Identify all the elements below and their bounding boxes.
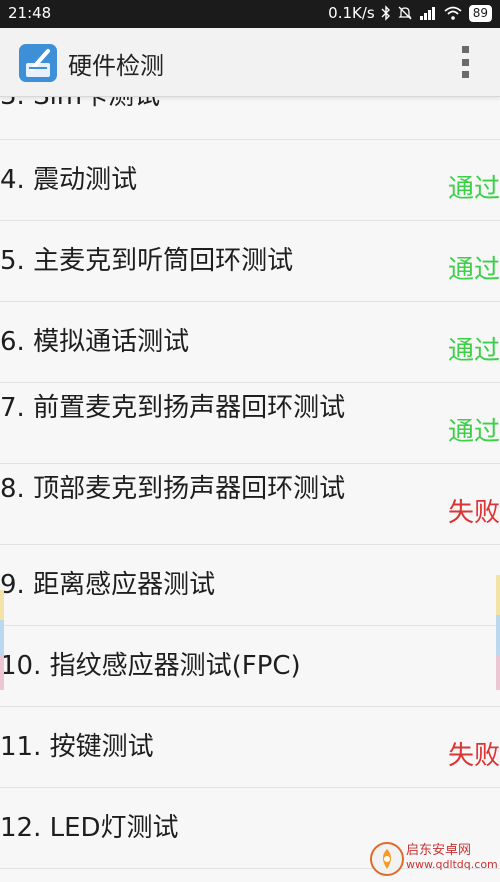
watermark: 启东安卓网 www.qdltdq.com [406,844,498,872]
list-item[interactable]: 5. 主麦克到听筒回环测试 通过 [0,221,500,302]
test-status: 失败 [447,741,500,771]
list-item[interactable]: 10. 指纹感应器测试(FPC) [0,626,500,707]
test-status: 通过 [447,174,500,204]
overflow-menu-icon[interactable] [462,46,470,78]
app-bar: 硬件检测 [0,28,500,97]
silent-icon [398,6,412,20]
test-label: 5. 主麦克到听筒回环测试 [0,246,294,276]
status-bar: 21:48 0.1K/s 89 [0,0,500,28]
test-label: 11. 按键测试 [0,732,154,762]
signal-icon [419,7,435,20]
edge-marker [0,620,4,655]
test-label: 6. 模拟通话测试 [0,327,190,357]
test-status: 失败 [447,498,500,528]
app-logo-icon [19,44,57,82]
edge-marker [496,615,500,655]
test-label: 12. LED灯测试 [0,813,179,843]
list-item[interactable]: 6. 模拟通话测试 通过 [0,302,500,383]
test-label: 8. 顶部麦克到扬声器回环测试 [0,474,346,504]
edge-marker [496,655,500,690]
watermark-url: www.qdltdq.com [406,858,498,871]
watermark-name: 启东安卓网 [406,843,472,858]
list-item[interactable]: 9. 距离感应器测试 [0,545,500,626]
wifi-icon [444,6,462,20]
edge-marker [0,590,4,620]
test-label: 4. 震动测试 [0,165,138,195]
test-status: 通过 [447,417,500,447]
watermark-logo-icon [370,842,404,876]
test-label: 7. 前置麦克到扬声器回环测试 [0,393,346,423]
test-status: 通过 [447,336,500,366]
battery-icon: 89 [468,4,492,22]
status-icons: 0.1K/s 89 [328,4,492,22]
edge-marker [0,655,4,690]
network-speed: 0.1K/s [328,4,375,22]
list-item[interactable]: 8. 顶部麦克到扬声器回环测试 失败 [0,464,500,545]
list-item[interactable]: 11. 按键测试 失败 [0,707,500,788]
list-item[interactable]: 7. 前置麦克到扬声器回环测试 通过 [0,383,500,464]
test-label: 9. 距离感应器测试 [0,570,216,600]
app-title: 硬件检测 [68,52,164,80]
edge-marker [496,575,500,615]
test-list: 3. Sim卡测试 4. 震动测试 通过 5. 主麦克到听筒回环测试 通过 6.… [0,59,500,882]
test-label: 10. 指纹感应器测试(FPC) [0,651,301,681]
list-item[interactable]: 4. 震动测试 通过 [0,140,500,221]
test-status: 通过 [447,255,500,285]
bluetooth-icon [381,5,390,21]
status-time: 21:48 [8,4,52,22]
